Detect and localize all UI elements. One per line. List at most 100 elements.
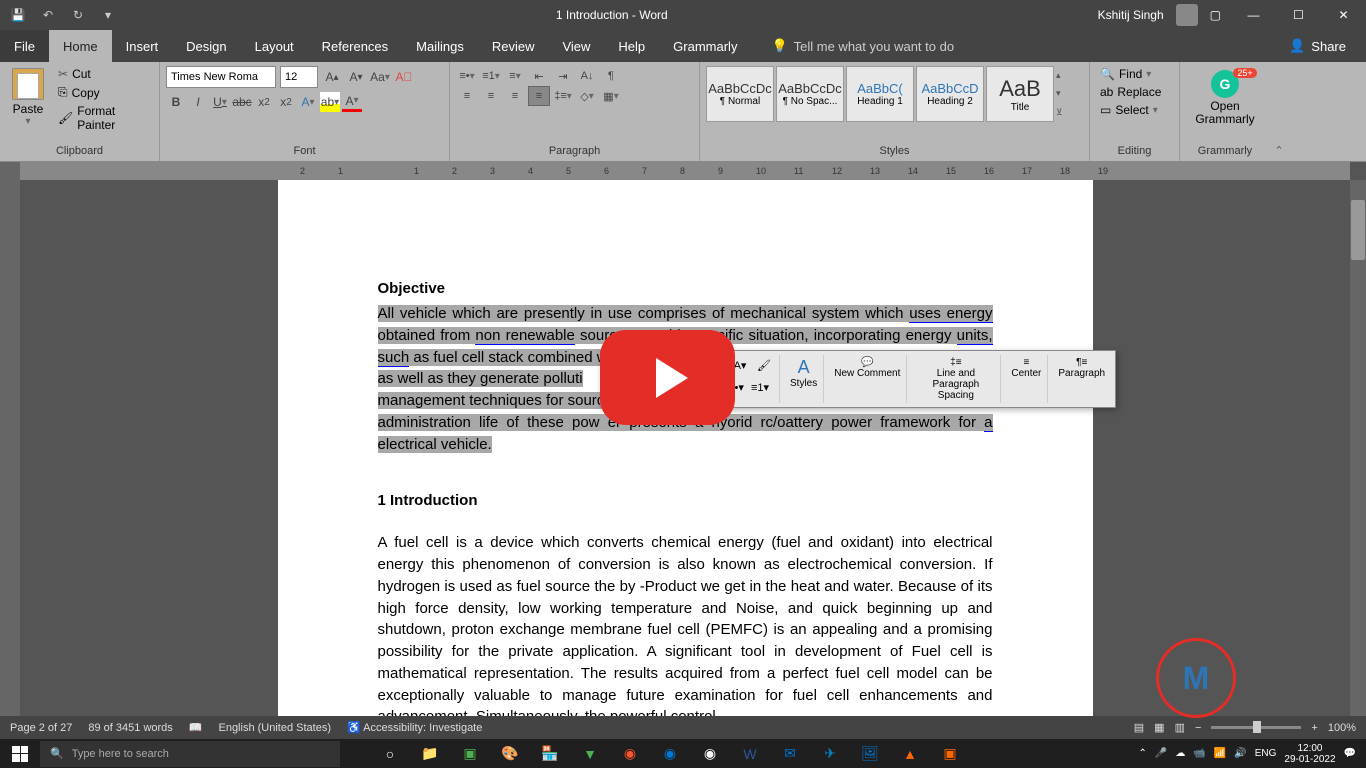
status-words[interactable]: 89 of 3451 words	[88, 722, 172, 734]
close-button[interactable]: ✕	[1321, 0, 1366, 30]
tab-help[interactable]: Help	[604, 30, 659, 62]
tab-insert[interactable]: Insert	[112, 30, 173, 62]
styles-more-icon[interactable]: ⊻	[1056, 107, 1072, 118]
status-accessibility[interactable]: ♿ Accessibility: Investigate	[347, 721, 482, 734]
select-button[interactable]: ▭Select▾	[1096, 102, 1165, 118]
decrease-indent-button[interactable]: ⇤	[528, 66, 550, 86]
change-case-button[interactable]: Aa▾	[370, 67, 390, 87]
tab-view[interactable]: View	[548, 30, 604, 62]
style-heading2[interactable]: AaBbCcDHeading 2	[916, 66, 984, 122]
underline-button[interactable]: U▾	[210, 92, 230, 112]
replace-button[interactable]: abReplace	[1096, 84, 1165, 100]
tray-wifi-icon[interactable]: 📶	[1214, 748, 1226, 759]
vertical-scrollbar[interactable]	[1350, 180, 1366, 732]
shrink-font-button[interactable]: A▾	[346, 67, 366, 87]
print-layout-icon[interactable]: ▦	[1154, 721, 1164, 734]
font-name-input[interactable]: Times New Roma	[166, 66, 276, 88]
align-left-button[interactable]: ≡	[456, 86, 478, 106]
style-normal[interactable]: AaBbCcDc¶ Normal	[706, 66, 774, 122]
tab-grammarly[interactable]: Grammarly	[659, 30, 751, 62]
strikethrough-button[interactable]: abc	[232, 92, 252, 112]
sort-button[interactable]: A↓	[576, 66, 598, 86]
mini-styles[interactable]: AStyles	[784, 355, 824, 403]
qat-customize-icon[interactable]: ▾	[100, 7, 116, 23]
clear-formatting-button[interactable]: A⃠	[394, 67, 414, 87]
maximize-button[interactable]: ☐	[1276, 0, 1321, 30]
tab-mailings[interactable]: Mailings	[402, 30, 478, 62]
mini-new-comment[interactable]: 💬New Comment	[828, 355, 907, 403]
mini-paragraph[interactable]: ¶≡Paragraph	[1052, 355, 1111, 403]
read-mode-icon[interactable]: ▤	[1134, 721, 1144, 734]
task-edge[interactable]: ◉	[650, 739, 690, 768]
style-heading1[interactable]: AaBbC(Heading 1	[846, 66, 914, 122]
task-app3[interactable]: ▣	[930, 739, 970, 768]
taskbar-search[interactable]: 🔍Type here to search	[40, 741, 340, 767]
bullets-button[interactable]: ≡•▾	[456, 66, 478, 86]
tab-references[interactable]: References	[308, 30, 402, 62]
user-name[interactable]: Kshitij Singh	[1098, 8, 1164, 22]
page[interactable]: Objective All vehicle which are presentl…	[278, 180, 1093, 732]
mini-numbering[interactable]: ≡1▾	[749, 377, 771, 397]
web-layout-icon[interactable]: ▥	[1175, 721, 1185, 734]
superscript-button[interactable]: x2	[276, 92, 296, 112]
mini-center[interactable]: ≡Center	[1005, 355, 1048, 403]
find-button[interactable]: 🔍Find▾	[1096, 66, 1165, 82]
grow-font-button[interactable]: A▴	[322, 67, 342, 87]
mini-line-spacing[interactable]: ‡≡Line and Paragraph Spacing	[911, 355, 1001, 403]
save-icon[interactable]: 💾	[10, 7, 26, 23]
task-brave[interactable]: ◉	[610, 739, 650, 768]
mini-format-painter[interactable]: 🖌	[753, 355, 775, 375]
zoom-level[interactable]: 100%	[1328, 722, 1356, 734]
format-painter-button[interactable]: 🖌Format Painter	[56, 103, 153, 133]
subscript-button[interactable]: x2	[254, 92, 274, 112]
tab-file[interactable]: File	[0, 30, 49, 62]
status-page[interactable]: Page 2 of 27	[10, 722, 72, 734]
task-matlab[interactable]: ▲	[890, 739, 930, 768]
copy-button[interactable]: ⎘Copy	[56, 84, 153, 101]
task-mail[interactable]: ✉	[770, 739, 810, 768]
task-word[interactable]: W	[730, 739, 770, 768]
zoom-out-button[interactable]: −	[1195, 722, 1201, 734]
justify-button[interactable]: ≡	[528, 86, 550, 106]
tray-notifications-icon[interactable]: 💬	[1344, 748, 1356, 759]
scroll-thumb[interactable]	[1351, 200, 1365, 260]
youtube-play-button[interactable]	[600, 330, 735, 425]
task-app1[interactable]: ▣	[450, 739, 490, 768]
numbering-button[interactable]: ≡1▾	[480, 66, 502, 86]
minimize-button[interactable]: —	[1231, 0, 1276, 30]
tray-clock[interactable]: 12:0029-01-2022	[1284, 743, 1335, 765]
task-chrome[interactable]: ◉	[690, 739, 730, 768]
collapse-ribbon-icon[interactable]: ⌃	[1274, 144, 1283, 157]
align-center-button[interactable]: ≡	[480, 86, 502, 106]
italic-button[interactable]: I	[188, 92, 208, 112]
tab-home[interactable]: Home	[49, 30, 112, 62]
font-size-input[interactable]: 12	[280, 66, 318, 88]
start-button[interactable]	[0, 746, 40, 762]
bold-button[interactable]: B	[166, 92, 186, 112]
open-grammarly-button[interactable]: G 25+ Open Grammarly	[1185, 66, 1264, 130]
font-color-button[interactable]: A▾	[342, 92, 362, 112]
tray-sound-icon[interactable]: 🔊	[1234, 748, 1246, 759]
zoom-in-button[interactable]: +	[1311, 722, 1317, 734]
paste-button[interactable]: Paste ▾	[6, 66, 50, 129]
styles-up-icon[interactable]: ▴	[1056, 70, 1072, 81]
task-photos[interactable]: 🖼	[850, 739, 890, 768]
shading-button[interactable]: ◇▾	[576, 86, 598, 106]
align-right-button[interactable]: ≡	[504, 86, 526, 106]
task-cortana[interactable]: ○	[370, 739, 410, 768]
style-nospac[interactable]: AaBbCcDc¶ No Spac...	[776, 66, 844, 122]
show-marks-button[interactable]: ¶	[600, 66, 622, 86]
share-button[interactable]: 👤Share	[1289, 38, 1346, 54]
ribbon-display-icon[interactable]: ▢	[1210, 8, 1221, 22]
highlight-button[interactable]: ab▾	[320, 92, 340, 112]
zoom-slider[interactable]	[1211, 726, 1301, 729]
tab-design[interactable]: Design	[172, 30, 240, 62]
undo-icon[interactable]: ↶	[40, 7, 56, 23]
task-explorer[interactable]: 📁	[410, 739, 450, 768]
status-language[interactable]: English (United States)	[218, 722, 331, 734]
task-store[interactable]: 🏪	[530, 739, 570, 768]
style-title[interactable]: AaBTitle	[986, 66, 1054, 122]
task-app2[interactable]: ▼	[570, 739, 610, 768]
redo-icon[interactable]: ↻	[70, 7, 86, 23]
tray-lang[interactable]: ENG	[1255, 748, 1277, 759]
